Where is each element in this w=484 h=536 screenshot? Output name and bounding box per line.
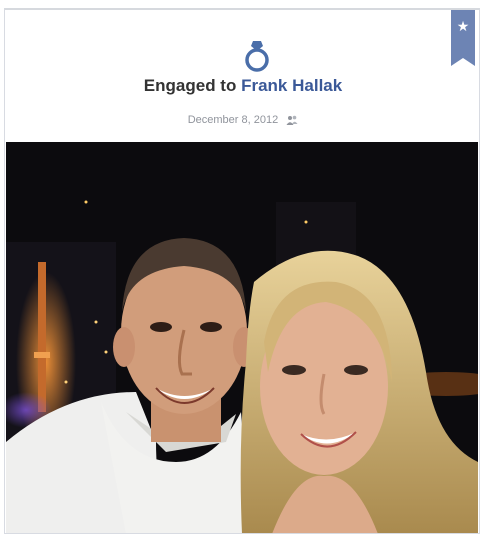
event-meta: December 8, 2012 xyxy=(5,114,479,126)
partner-name-link[interactable]: Frank Hallak xyxy=(241,76,342,95)
event-date[interactable]: December 8, 2012 xyxy=(188,114,279,126)
life-event-card: ★ Engaged to Frank Hallak December 8, 20… xyxy=(4,8,480,534)
couple-photo xyxy=(6,142,478,533)
ring-icon xyxy=(245,41,269,72)
friends-icon[interactable] xyxy=(286,115,298,126)
highlight-ribbon[interactable]: ★ xyxy=(451,10,475,66)
star-icon: ★ xyxy=(456,18,470,34)
event-prefix: Engaged to xyxy=(143,76,237,95)
event-headline: Engaged to Frank Hallak xyxy=(5,76,479,96)
event-photo[interactable] xyxy=(6,142,478,533)
